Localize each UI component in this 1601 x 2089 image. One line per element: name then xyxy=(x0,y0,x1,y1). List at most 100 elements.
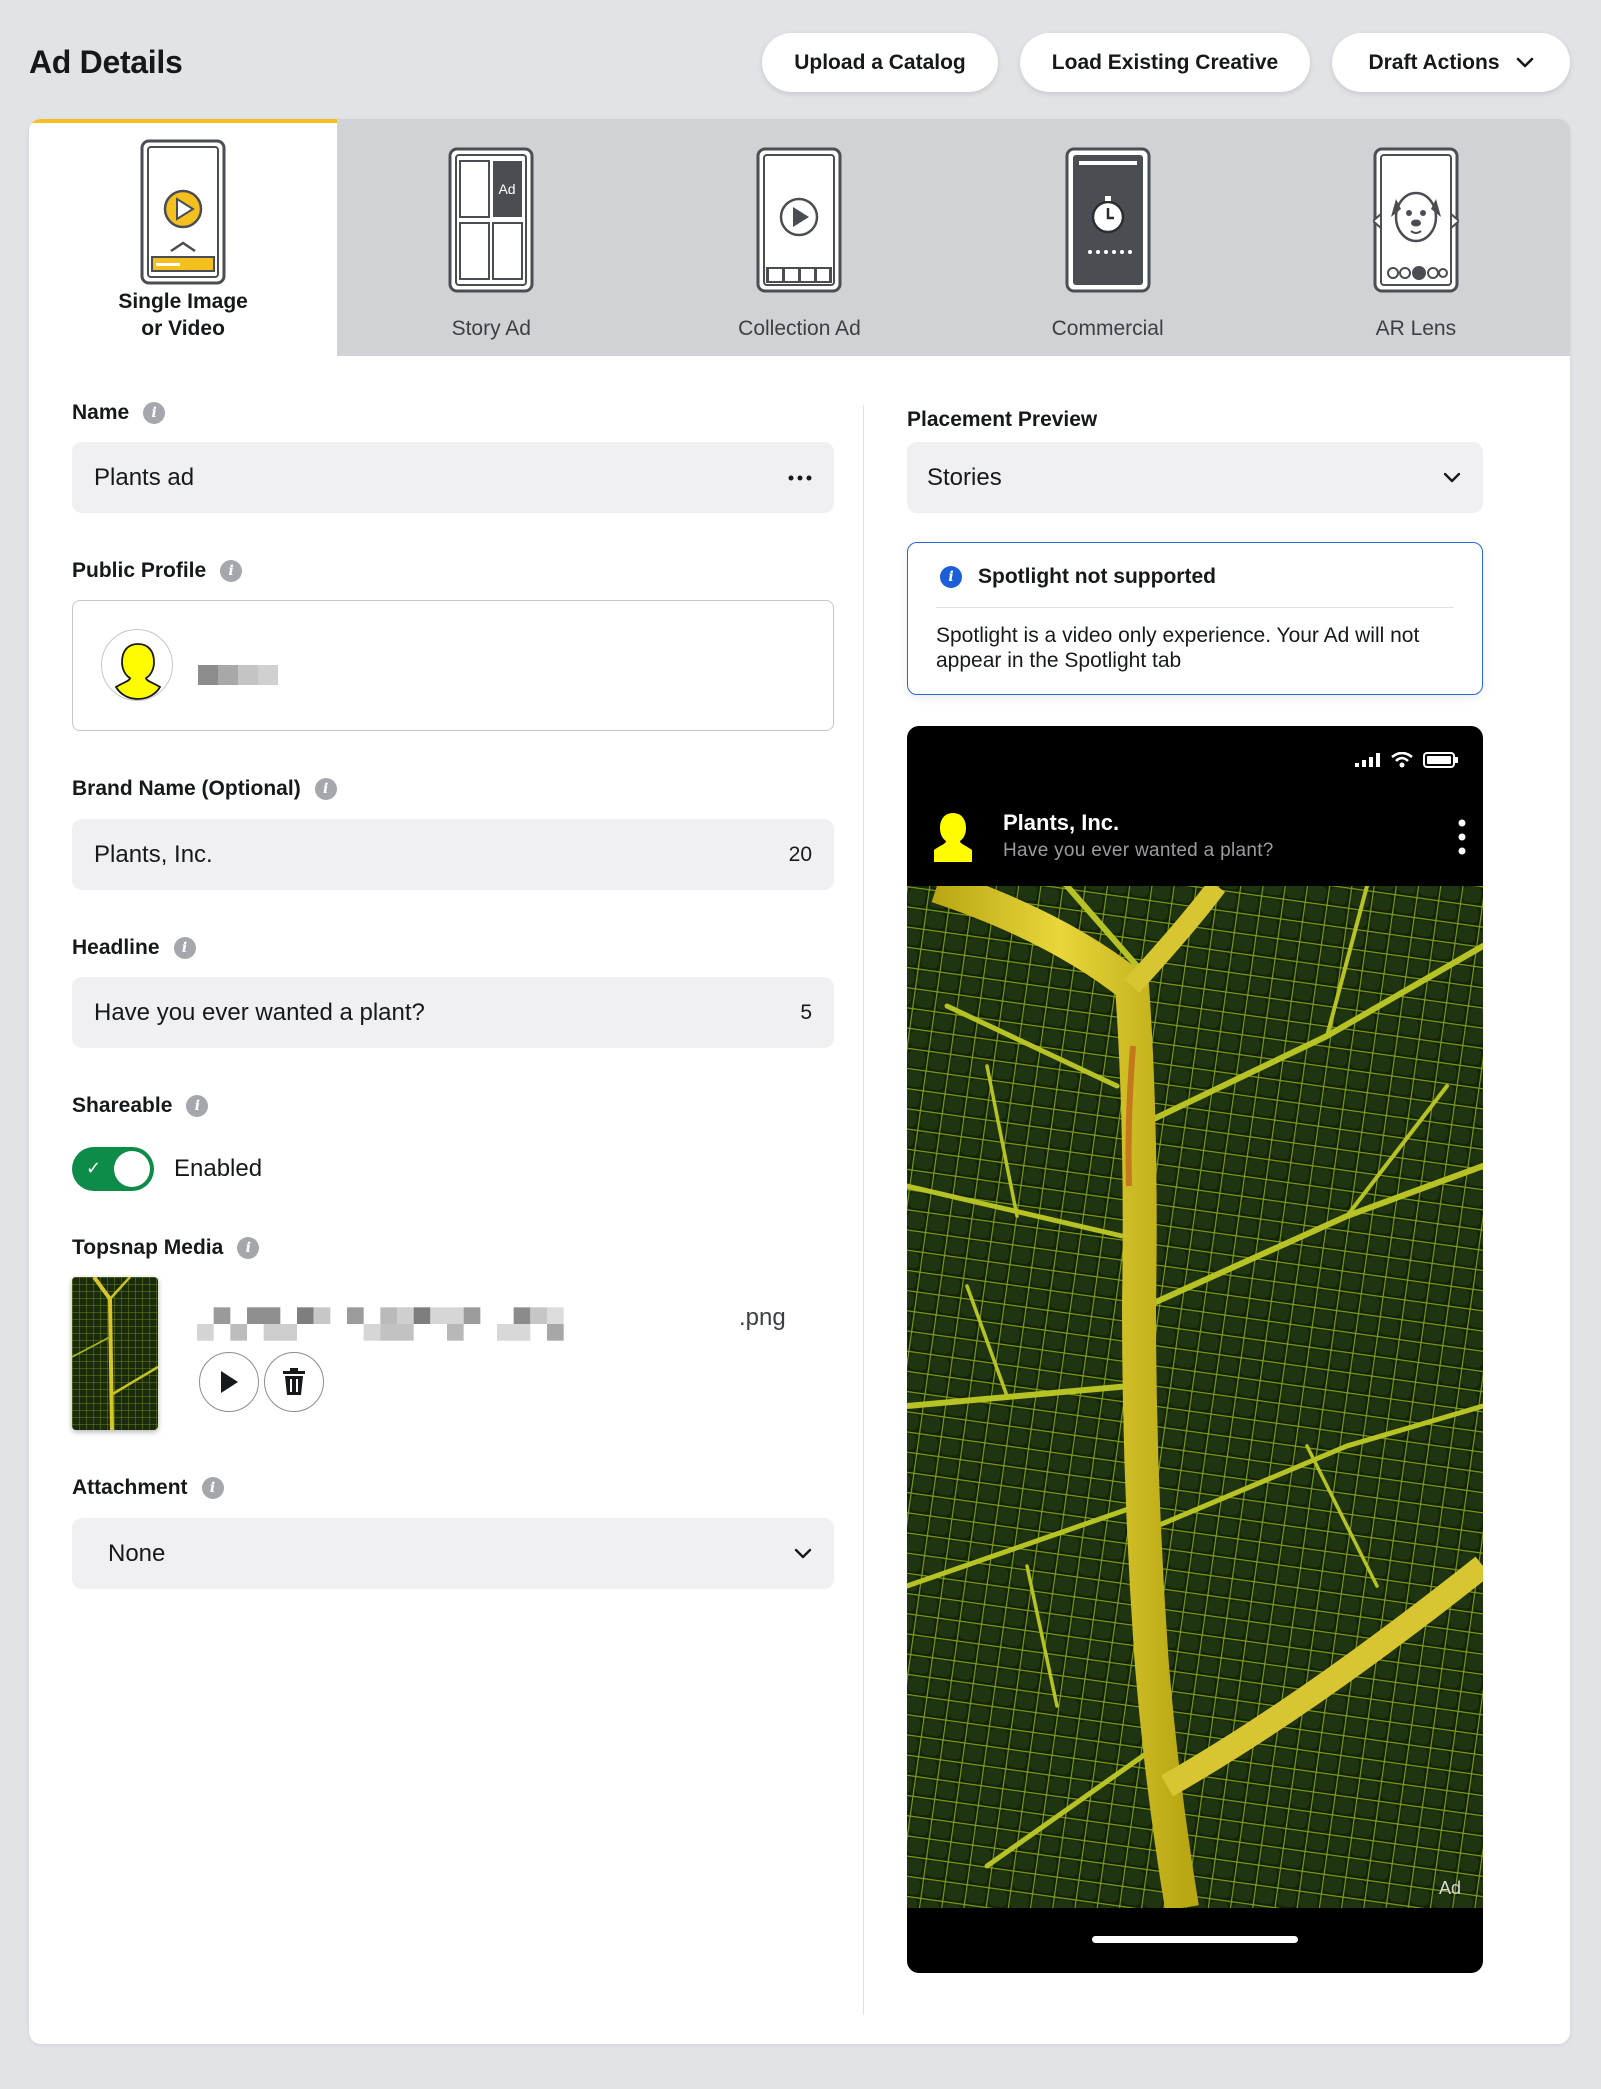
phone-status-bar xyxy=(1355,752,1459,768)
info-icon[interactable]: i xyxy=(186,1095,209,1117)
tab-ar-lens[interactable]: AR Lens xyxy=(1262,119,1570,356)
profile-avatar-icon xyxy=(114,643,162,700)
single-image-video-icon xyxy=(140,139,226,285)
upload-catalog-button[interactable]: Upload a Catalog xyxy=(762,33,998,92)
tab-label: Story Ad xyxy=(451,317,531,340)
name-field[interactable]: Plants ad xyxy=(72,442,834,513)
placement-select[interactable]: Stories xyxy=(907,442,1483,513)
info-icon[interactable]: i xyxy=(201,1477,224,1499)
page-title: Ad Details xyxy=(29,44,183,80)
avatar xyxy=(101,629,173,701)
load-existing-creative-label: Load Existing Creative xyxy=(1051,50,1279,74)
ar-lens-icon xyxy=(1372,147,1459,293)
preview-brand-name: Plants, Inc. xyxy=(1003,810,1120,835)
shareable-toggle[interactable]: ✓ xyxy=(72,1147,154,1191)
more-options-icon[interactable] xyxy=(788,475,812,481)
topsnap-media-label-text: Topsnap Media xyxy=(72,1236,224,1259)
tab-commercial[interactable]: Commercial xyxy=(954,119,1262,356)
draft-actions-button[interactable]: Draft Actions xyxy=(1332,33,1570,92)
headline-label: Headline i xyxy=(72,936,196,960)
headline-label-text: Headline xyxy=(72,936,160,959)
shareable-label-text: Shareable xyxy=(72,1094,173,1117)
notice-body: Spotlight is a video only experience. Yo… xyxy=(936,624,1420,672)
info-icon: i xyxy=(940,566,962,588)
ad-details-card: Single Image or Video Ad Story Ad Collec… xyxy=(29,119,1570,2044)
collection-ad-icon xyxy=(756,147,842,293)
play-icon xyxy=(221,1371,238,1393)
ad-preview-phone: Plants, Inc. Have you ever wanted a plan… xyxy=(907,726,1483,1973)
chevron-down-icon xyxy=(794,1548,812,1558)
shareable-label: Shareable i xyxy=(72,1094,209,1118)
headline-char-count: 5 xyxy=(800,1000,812,1024)
top-bar: Ad Details Upload a Catalog Load Existin… xyxy=(0,0,1601,120)
name-label-text: Name xyxy=(72,401,130,424)
brand-name-label-text: Brand Name (Optional) xyxy=(72,777,301,800)
attachment-label: Attachment i xyxy=(72,1476,224,1500)
commercial-icon xyxy=(1065,147,1151,293)
svg-text:Ad: Ad xyxy=(499,181,516,197)
media-file-extension: .png xyxy=(739,1304,786,1331)
column-divider xyxy=(863,405,864,2015)
ad-tag: Ad xyxy=(1438,1878,1461,1898)
leaf-preview-image xyxy=(907,886,1483,1908)
chevron-down-icon xyxy=(1516,57,1533,67)
name-label: Name i xyxy=(72,401,166,425)
notice-divider xyxy=(936,607,1454,608)
check-icon: ✓ xyxy=(86,1158,102,1178)
public-profile-label: Public Profile i xyxy=(72,559,243,583)
preview-headline: Have you ever wanted a plant? xyxy=(1003,840,1274,861)
wifi-icon xyxy=(1391,752,1413,768)
tab-single-image-video[interactable]: Single Image or Video xyxy=(29,119,338,356)
upload-catalog-label: Upload a Catalog xyxy=(794,50,966,74)
notice-title: Spotlight not supported xyxy=(978,565,1216,588)
topsnap-media-label: Topsnap Media i xyxy=(72,1236,260,1260)
media-filename: .png xyxy=(197,1304,786,1344)
brand-name-label: Brand Name (Optional) i xyxy=(72,777,337,801)
brand-name-field[interactable]: Plants, Inc. 20 xyxy=(72,819,834,890)
toggle-knob xyxy=(114,1151,150,1187)
brand-avatar-icon xyxy=(934,813,972,862)
ad-type-tabs: Single Image or Video Ad Story Ad Collec… xyxy=(29,119,1570,356)
placement-preview-label: Placement Preview xyxy=(907,408,1097,432)
redacted-profile-name xyxy=(198,665,278,685)
kebab-menu-icon[interactable] xyxy=(1457,819,1467,855)
tab-label: Collection Ad xyxy=(738,317,861,340)
placement-value: Stories xyxy=(927,463,1002,491)
info-icon[interactable]: i xyxy=(314,778,337,800)
play-button[interactable] xyxy=(199,1352,259,1412)
topsnap-media-thumbnail[interactable] xyxy=(72,1277,158,1430)
draft-actions-label: Draft Actions xyxy=(1368,50,1500,74)
info-icon[interactable]: i xyxy=(237,1237,260,1259)
placement-preview-label-text: Placement Preview xyxy=(907,408,1098,431)
spotlight-notice: i Spotlight not supported Spotlight is a… xyxy=(907,542,1483,695)
story-ad-icon: Ad xyxy=(448,147,534,293)
chevron-down-icon xyxy=(1443,472,1461,482)
attachment-label-text: Attachment xyxy=(72,1476,188,1499)
tab-label: Single Image or Video xyxy=(118,290,248,340)
info-icon[interactable]: i xyxy=(220,560,243,582)
public-profile-selector[interactable] xyxy=(72,600,834,731)
trash-icon xyxy=(283,1368,305,1395)
home-indicator xyxy=(1092,1936,1298,1943)
attachment-select[interactable]: None xyxy=(72,1518,834,1589)
delete-media-button[interactable] xyxy=(264,1352,324,1412)
public-profile-label-text: Public Profile xyxy=(72,559,207,582)
notice-header: i Spotlight not supported xyxy=(940,565,1216,589)
preview-media xyxy=(907,886,1483,1908)
attachment-value: None xyxy=(108,1539,166,1567)
shareable-state-text: Enabled xyxy=(174,1155,263,1182)
name-value: Plants ad xyxy=(94,463,195,491)
headline-value: Have you ever wanted a plant? xyxy=(94,998,425,1026)
info-icon[interactable]: i xyxy=(173,937,196,959)
info-icon[interactable]: i xyxy=(143,402,166,424)
brand-name-value: Plants, Inc. xyxy=(94,840,213,868)
tab-label: AR Lens xyxy=(1375,317,1457,340)
headline-field[interactable]: Have you ever wanted a plant? 5 xyxy=(72,977,834,1048)
leaf-thumbnail-image xyxy=(72,1277,158,1430)
redacted-filename xyxy=(197,1307,564,1341)
load-existing-creative-button[interactable]: Load Existing Creative xyxy=(1020,33,1310,92)
battery-icon xyxy=(1423,752,1458,768)
tab-collection-ad[interactable]: Collection Ad xyxy=(645,119,953,356)
brand-name-char-count: 20 xyxy=(788,842,812,866)
tab-story-ad[interactable]: Ad Story Ad xyxy=(337,119,645,356)
